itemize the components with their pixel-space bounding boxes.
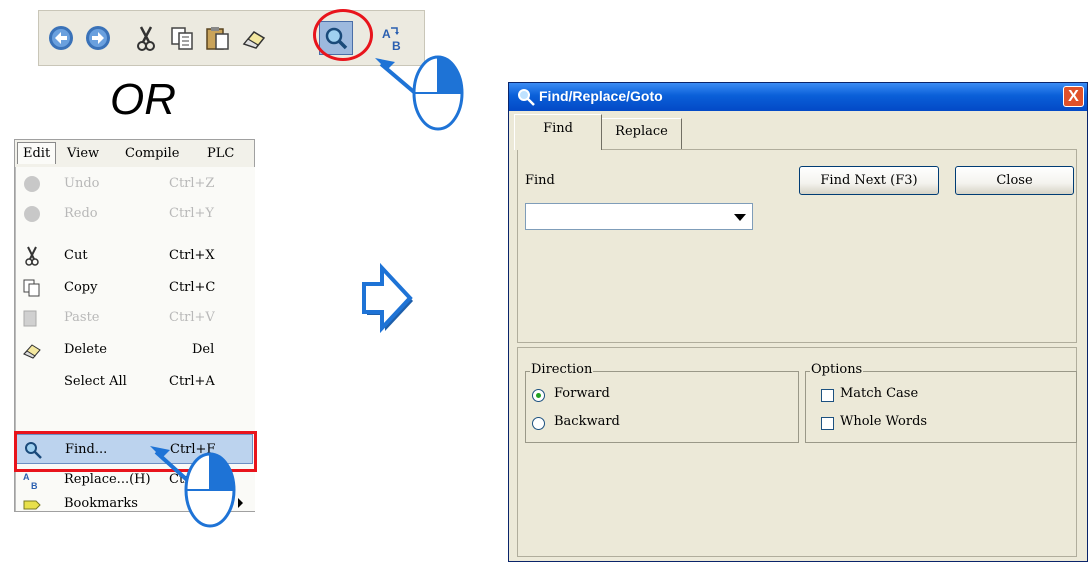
redo-icon: [24, 206, 40, 222]
find-replace-dialog: Find/Replace/Goto X Find Replace Find Fi…: [508, 82, 1088, 562]
menu-item-paste[interactable]: Paste Ctrl+V: [16, 303, 253, 333]
tab-replace[interactable]: Replace: [601, 118, 682, 149]
options-title: Options: [810, 362, 864, 377]
menubar-item-edit[interactable]: Edit: [17, 142, 57, 164]
cut-icon: [25, 246, 39, 266]
radio-backward[interactable]: [532, 417, 545, 430]
menubar-item-plc[interactable]: PLC: [207, 146, 234, 161]
copy-icon[interactable]: [165, 21, 199, 55]
menu-item-delete[interactable]: Delete Del: [16, 335, 253, 365]
find-icon: [518, 89, 535, 106]
menu-item-copy[interactable]: Copy Ctrl+C: [16, 273, 253, 303]
svg-text:B: B: [31, 481, 38, 490]
tab-find[interactable]: Find: [514, 114, 602, 150]
options-group: Options Match Case Whole Words: [805, 362, 1077, 443]
copy-icon: [23, 279, 40, 297]
chevron-down-icon[interactable]: [734, 214, 746, 221]
menu-item-cut[interactable]: Cut Ctrl+X: [16, 241, 253, 271]
find-button-highlight: [313, 9, 373, 61]
whole-words-label: Whole Words: [840, 414, 928, 429]
click-pointer-icon: [375, 55, 464, 131]
menubar: Edit View Compile PLC: [15, 140, 254, 168]
delete-icon[interactable]: [237, 21, 271, 55]
undo-icon: [24, 176, 40, 192]
right-arrow-icon: [362, 262, 413, 334]
cut-icon[interactable]: [129, 21, 163, 55]
direction-group: Direction Forward Backward: [525, 362, 799, 443]
checkbox-match-case[interactable]: [821, 389, 834, 402]
or-separator: OR: [110, 75, 176, 124]
svg-text:A: A: [382, 27, 391, 41]
find-combobox[interactable]: [525, 203, 753, 230]
paste-icon[interactable]: [201, 21, 235, 55]
paste-icon: [23, 310, 37, 327]
menu-item-select-all[interactable]: Select All Ctrl+A: [16, 367, 253, 397]
close-icon[interactable]: X: [1063, 86, 1084, 107]
match-case-label: Match Case: [840, 386, 919, 401]
replace-icon: AB: [23, 472, 38, 490]
direction-title: Direction: [530, 362, 594, 377]
click-pointer-icon: [150, 446, 236, 528]
bookmark-icon: [23, 500, 41, 510]
menubar-item-view[interactable]: View: [67, 146, 99, 161]
radio-forward-label: Forward: [554, 386, 610, 401]
checkbox-whole-words[interactable]: [821, 417, 834, 430]
menubar-item-compile[interactable]: Compile: [125, 146, 179, 161]
menu-item-undo[interactable]: Undo Ctrl+Z: [16, 169, 253, 199]
dialog-title: Find/Replace/Goto: [539, 88, 663, 104]
radio-forward[interactable]: [532, 389, 545, 402]
menu-item-redo[interactable]: Redo Ctrl+Y: [16, 199, 253, 229]
close-button[interactable]: Close: [955, 166, 1074, 195]
redo-icon[interactable]: [81, 21, 115, 55]
radio-backward-label: Backward: [554, 414, 620, 429]
delete-icon: [23, 344, 41, 359]
svg-text:A: A: [23, 472, 30, 482]
undo-icon[interactable]: [44, 21, 78, 55]
dialog-titlebar[interactable]: Find/Replace/Goto X: [509, 83, 1087, 111]
find-next-button[interactable]: Find Next (F3): [799, 166, 939, 195]
find-label: Find: [525, 173, 555, 188]
